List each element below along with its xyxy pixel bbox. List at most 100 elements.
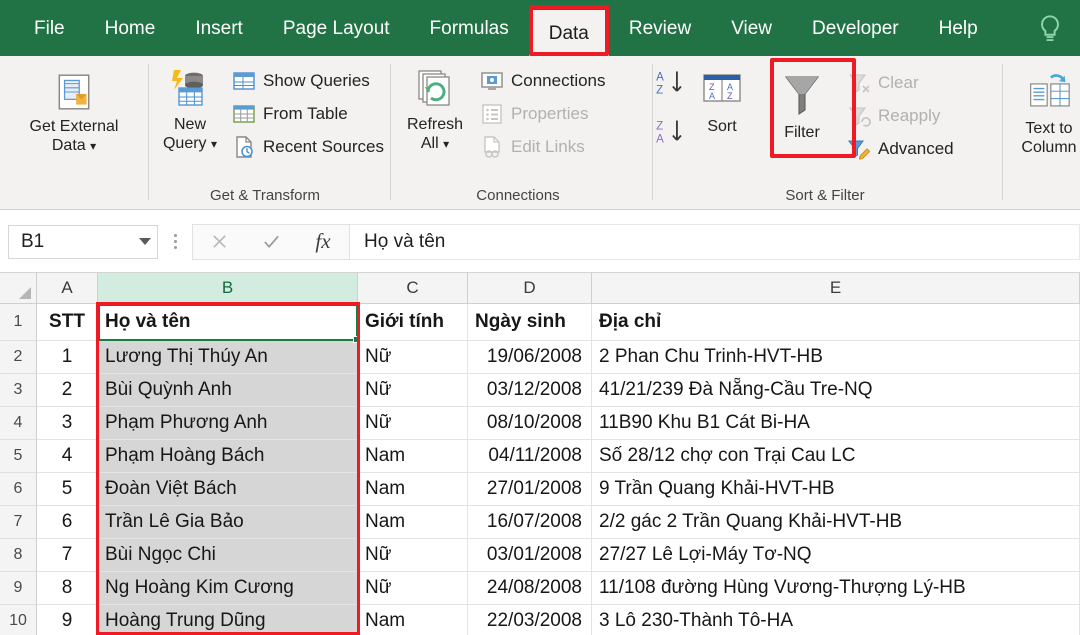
- cell-E9[interactable]: 11/108 đường Hùng Vương-Thượng Lý-HB: [592, 572, 1080, 605]
- cell-D10[interactable]: 22/03/2008: [468, 605, 592, 635]
- cell-B4[interactable]: Phạm Phương Anh: [98, 407, 358, 440]
- lightbulb-icon[interactable]: [1036, 14, 1064, 44]
- recent-sources-button[interactable]: Recent Sources: [230, 130, 386, 163]
- row-header-8[interactable]: 8: [0, 539, 37, 572]
- column-header-d[interactable]: D: [468, 273, 592, 304]
- new-query-button[interactable]: New Query ▾: [150, 62, 230, 154]
- cell-E8[interactable]: 27/27 Lê Lợi-Máy Tơ-NQ: [592, 539, 1080, 572]
- cell-E2[interactable]: 2 Phan Chu Trinh-HVT-HB: [592, 341, 1080, 374]
- cell-C7[interactable]: Nam: [358, 506, 468, 539]
- ribbon-tab-review[interactable]: Review: [609, 0, 711, 56]
- cell-C3[interactable]: Nữ: [358, 374, 468, 407]
- ribbon-tab-file[interactable]: File: [14, 0, 85, 56]
- cell-B10[interactable]: Hoàng Trung Dũng: [98, 605, 358, 635]
- row-header-1[interactable]: 1: [0, 304, 37, 341]
- ribbon-tab-insert[interactable]: Insert: [175, 0, 263, 56]
- cell-A1[interactable]: STT: [37, 304, 98, 341]
- sort-descending-icon[interactable]: Z A: [655, 117, 685, 152]
- column-header-e[interactable]: E: [592, 273, 1080, 304]
- column-header-c[interactable]: C: [358, 273, 468, 304]
- get-external-data-button[interactable]: Get External Data ▾: [30, 64, 118, 156]
- row-header-9[interactable]: 9: [0, 572, 37, 605]
- filter-button[interactable]: Filter: [759, 64, 845, 143]
- cell-A3[interactable]: 2: [37, 374, 98, 407]
- row-header-6[interactable]: 6: [0, 473, 37, 506]
- row-header-7[interactable]: 7: [0, 506, 37, 539]
- ribbon-tab-developer[interactable]: Developer: [792, 0, 919, 56]
- cell-D3[interactable]: 03/12/2008: [468, 374, 592, 407]
- cell-C6[interactable]: Nam: [358, 473, 468, 506]
- cell-B9[interactable]: Ng Hoàng Kim Cương: [98, 572, 358, 605]
- cell-A7[interactable]: 6: [37, 506, 98, 539]
- connections-button[interactable]: Connections: [478, 64, 608, 97]
- cell-D2[interactable]: 19/06/2008: [468, 341, 592, 374]
- cancel-x-icon[interactable]: [193, 224, 245, 260]
- cell-E5[interactable]: Số 28/12 chợ con Trại Cau LC: [592, 440, 1080, 473]
- cell-A4[interactable]: 3: [37, 407, 98, 440]
- cell-B5[interactable]: Phạm Hoàng Bách: [98, 440, 358, 473]
- ribbon-tab-home[interactable]: Home: [85, 0, 176, 56]
- row-header-10[interactable]: 10: [0, 605, 37, 635]
- cell-D5[interactable]: 04/11/2008: [468, 440, 592, 473]
- cell-A9[interactable]: 8: [37, 572, 98, 605]
- cell-B1[interactable]: Họ và tên: [98, 304, 358, 341]
- cell-A6[interactable]: 5: [37, 473, 98, 506]
- select-all-corner[interactable]: [0, 273, 37, 304]
- cell-D4[interactable]: 08/10/2008: [468, 407, 592, 440]
- cell-C4[interactable]: Nữ: [358, 407, 468, 440]
- show-queries-button[interactable]: Show Queries: [230, 64, 386, 97]
- column-header-b[interactable]: B: [98, 273, 358, 304]
- ribbon-tab-view[interactable]: View: [711, 0, 792, 56]
- ribbon-tab-page-layout[interactable]: Page Layout: [263, 0, 410, 56]
- name-box-value: B1: [21, 230, 45, 252]
- row-header-4[interactable]: 4: [0, 407, 37, 440]
- ribbon-tab-data[interactable]: Data: [528, 10, 609, 56]
- cell-E3[interactable]: 41/21/239 Đà Nẵng-Cầu Tre-NQ: [592, 374, 1080, 407]
- cell-B3[interactable]: Bùi Quỳnh Anh: [98, 374, 358, 407]
- row-header-2[interactable]: 2: [0, 341, 37, 374]
- insert-function-button[interactable]: fx: [297, 224, 349, 260]
- cell-E6[interactable]: 9 Trần Quang Khải-HVT-HB: [592, 473, 1080, 506]
- cell-A10[interactable]: 9: [37, 605, 98, 635]
- cell-E1[interactable]: Địa chỉ: [592, 304, 1080, 341]
- dropdown-caret-icon[interactable]: ▾: [90, 139, 96, 153]
- cell-C1[interactable]: Giới tính: [358, 304, 468, 341]
- ribbon-tab-formulas[interactable]: Formulas: [410, 0, 529, 56]
- cell-D8[interactable]: 03/01/2008: [468, 539, 592, 572]
- ribbon-tab-help[interactable]: Help: [919, 0, 998, 56]
- cell-D9[interactable]: 24/08/2008: [468, 572, 592, 605]
- cell-E10[interactable]: 3 Lô 230-Thành Tô-HA: [592, 605, 1080, 635]
- cell-D7[interactable]: 16/07/2008: [468, 506, 592, 539]
- sort-ascending-icon[interactable]: A Z: [655, 68, 685, 103]
- text-to-columns-button[interactable]: Text to Column: [1021, 66, 1077, 158]
- cell-B6[interactable]: Đoàn Việt Bách: [98, 473, 358, 506]
- name-box[interactable]: B1: [8, 224, 158, 259]
- sort-button[interactable]: Z A A Z Sort: [685, 64, 759, 137]
- dropdown-caret-icon[interactable]: ▾: [211, 137, 217, 151]
- cell-C5[interactable]: Nam: [358, 440, 468, 473]
- refresh-all-button[interactable]: Refresh All ▾: [392, 62, 478, 154]
- cell-C9[interactable]: Nữ: [358, 572, 468, 605]
- cell-E7[interactable]: 2/2 gác 2 Trần Quang Khải-HVT-HB: [592, 506, 1080, 539]
- cell-D1[interactable]: Ngày sinh: [468, 304, 592, 341]
- cell-A5[interactable]: 4: [37, 440, 98, 473]
- cell-C8[interactable]: Nữ: [358, 539, 468, 572]
- row-header-3[interactable]: 3: [0, 374, 37, 407]
- cell-A2[interactable]: 1: [37, 341, 98, 374]
- cell-C10[interactable]: Nam: [358, 605, 468, 635]
- chevron-down-icon[interactable]: [139, 238, 151, 245]
- formula-input[interactable]: Họ và tên: [350, 223, 1080, 260]
- cell-E4[interactable]: 11B90 Khu B1 Cát Bi-HA: [592, 407, 1080, 440]
- from-table-button[interactable]: From Table: [230, 97, 386, 130]
- cell-B8[interactable]: Bùi Ngọc Chi: [98, 539, 358, 572]
- cell-C2[interactable]: Nữ: [358, 341, 468, 374]
- dropdown-caret-icon[interactable]: ▾: [443, 137, 449, 151]
- cell-A8[interactable]: 7: [37, 539, 98, 572]
- advanced-filter-button[interactable]: Advanced: [845, 132, 956, 165]
- cell-D6[interactable]: 27/01/2008: [468, 473, 592, 506]
- column-header-a[interactable]: A: [37, 273, 98, 304]
- confirm-check-icon[interactable]: [245, 224, 297, 260]
- row-header-5[interactable]: 5: [0, 440, 37, 473]
- cell-B7[interactable]: Trần Lê Gia Bảo: [98, 506, 358, 539]
- cell-B2[interactable]: Lương Thị Thúy An: [98, 341, 358, 374]
